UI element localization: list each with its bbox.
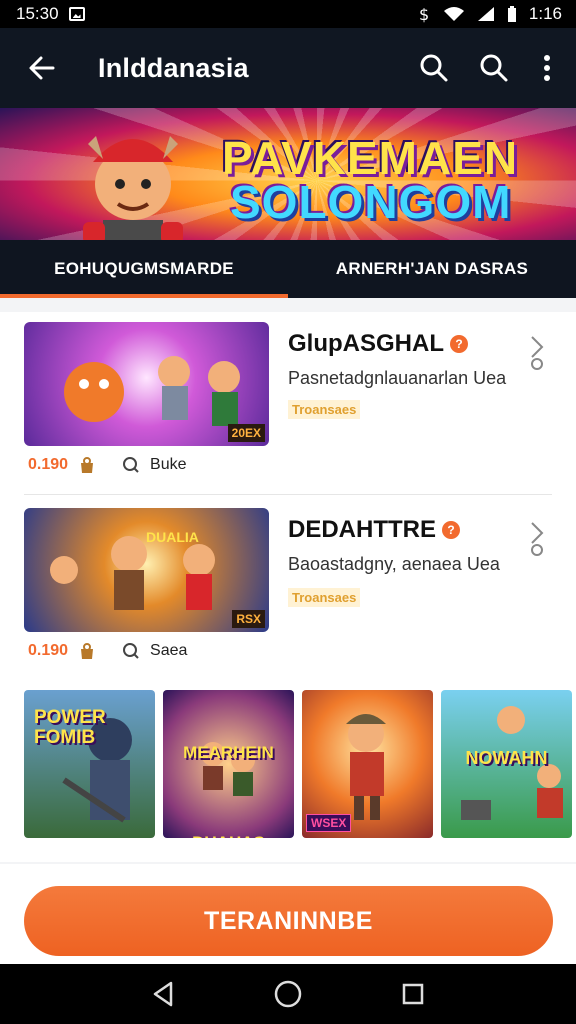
chevron-right-icon <box>531 522 544 556</box>
page-title: Inlddanasia <box>98 52 249 83</box>
tab-first[interactable]: EOHUQUGMSMARDE <box>0 240 288 298</box>
list-item-title: DEDAHTTRE ? <box>288 516 460 544</box>
more-options-button[interactable] <box>532 46 562 90</box>
nav-home-button[interactable] <box>268 974 308 1014</box>
search-alt-button[interactable] <box>472 46 516 90</box>
gallery-notification-icon <box>68 7 85 21</box>
more-vert-icon <box>544 55 550 81</box>
search-small-icon <box>123 457 139 473</box>
arrow-left-icon <box>29 56 55 80</box>
list-item-expand-button[interactable] <box>522 516 552 560</box>
square-recents-icon <box>403 983 424 1005</box>
search-button[interactable] <box>412 46 456 90</box>
status-bar: 15:30 $ 1:16 <box>0 0 576 28</box>
list-item-thumbnail[interactable]: 20EX <box>24 322 269 446</box>
signal-icon <box>477 7 494 21</box>
tile-title: MEARHEIN DUAHAS <box>183 743 274 838</box>
triangle-back-icon <box>153 981 172 1007</box>
wifi-icon <box>443 7 464 21</box>
info-badge-icon: ? <box>450 335 468 353</box>
divider <box>24 494 552 495</box>
system-nav-bar <box>0 964 576 1024</box>
list-item-subtitle: Baoastadgny, aenaea Uea <box>288 554 500 574</box>
list-item-subtitle: Pasnetadgnlauanarlan Uea <box>288 368 507 388</box>
search-icon <box>480 54 508 82</box>
game-tile[interactable]: NOWAHN <box>441 690 572 838</box>
meta-label: Saea <box>150 642 188 659</box>
search-small-icon <box>123 643 139 659</box>
info-badge-icon: ? <box>442 521 460 539</box>
tab-bar: EOHUQUGMSMARDE ARNERH'JAN DASRAS <box>0 240 576 298</box>
circle-home-icon <box>274 980 302 1008</box>
status-time: 15:30 <box>16 4 59 23</box>
app-bar: Inlddanasia <box>0 28 576 108</box>
list-item-expand-button[interactable] <box>522 330 552 374</box>
nav-back-button[interactable] <box>143 974 183 1014</box>
status-right-text: 1:16 <box>528 4 562 23</box>
nav-recents-button[interactable] <box>393 974 433 1014</box>
svg-text:$: $ <box>419 5 429 23</box>
bottom-action-area: TERANINNBE <box>0 874 576 964</box>
price-value: 0.190 <box>28 642 69 659</box>
list-item-title-text: DEDAHTTRE <box>288 516 436 543</box>
banner-title: PAVKEMAEN SOLONGOM <box>222 135 518 228</box>
list-item-thumbnail[interactable]: DUALIA RSX <box>24 508 269 632</box>
tile-title: POWER FOMIB <box>34 707 106 748</box>
list-item-meta: 0.190 Saea <box>28 642 187 660</box>
primary-action-button[interactable]: TERANINNBE <box>24 886 553 956</box>
game-tile[interactable]: MEARHEIN DUAHAS <box>163 690 294 838</box>
list-item-title-text: GlupASGHAL <box>288 330 444 357</box>
game-tile[interactable]: WSEX <box>302 690 433 838</box>
price-value: 0.190 <box>28 456 69 473</box>
game-tile[interactable]: POWER FOMIB <box>24 690 155 838</box>
search-icon <box>420 54 448 82</box>
dollar-icon: $ <box>419 5 429 23</box>
meta-label: Buke <box>150 456 187 473</box>
thumbnail-badge: 20EX <box>227 424 265 442</box>
chevron-right-icon <box>531 336 544 370</box>
game-grid: POWER FOMIB MEARHEIN DUAHAS WSEX <box>24 690 572 838</box>
list-item-title: GlupASGHAL ? <box>288 330 468 358</box>
bag-icon <box>81 457 94 473</box>
tile-title: NOWAHN <box>465 748 548 768</box>
svg-text:DUALIA: DUALIA <box>146 529 199 545</box>
content-card: 20EX GlupASGHAL ? Pasnetadgnlauanarlan U… <box>0 312 576 862</box>
list-item-meta: 0.190 Buke <box>28 456 187 474</box>
tab-second[interactable]: ARNERH'JAN DASRAS <box>288 240 576 298</box>
battery-icon <box>507 6 516 22</box>
thumbnail-badge: RSX <box>232 610 265 628</box>
back-button[interactable] <box>20 46 64 90</box>
tile-badge: WSEX <box>306 814 352 832</box>
promo-banner[interactable]: PAVKEMAEN SOLONGOM <box>0 108 576 240</box>
status-right: $ 1:16 <box>419 4 562 24</box>
content-area: 20EX GlupASGHAL ? Pasnetadgnlauanarlan U… <box>0 298 576 864</box>
list-item-tag: Troansaes <box>288 400 361 419</box>
list-item-tag: Troansaes <box>288 588 361 607</box>
status-left: 15:30 <box>16 4 85 24</box>
banner-character-image <box>83 136 183 240</box>
banner-title-line2: SOLONGOM <box>230 176 512 228</box>
bag-icon <box>81 643 94 659</box>
